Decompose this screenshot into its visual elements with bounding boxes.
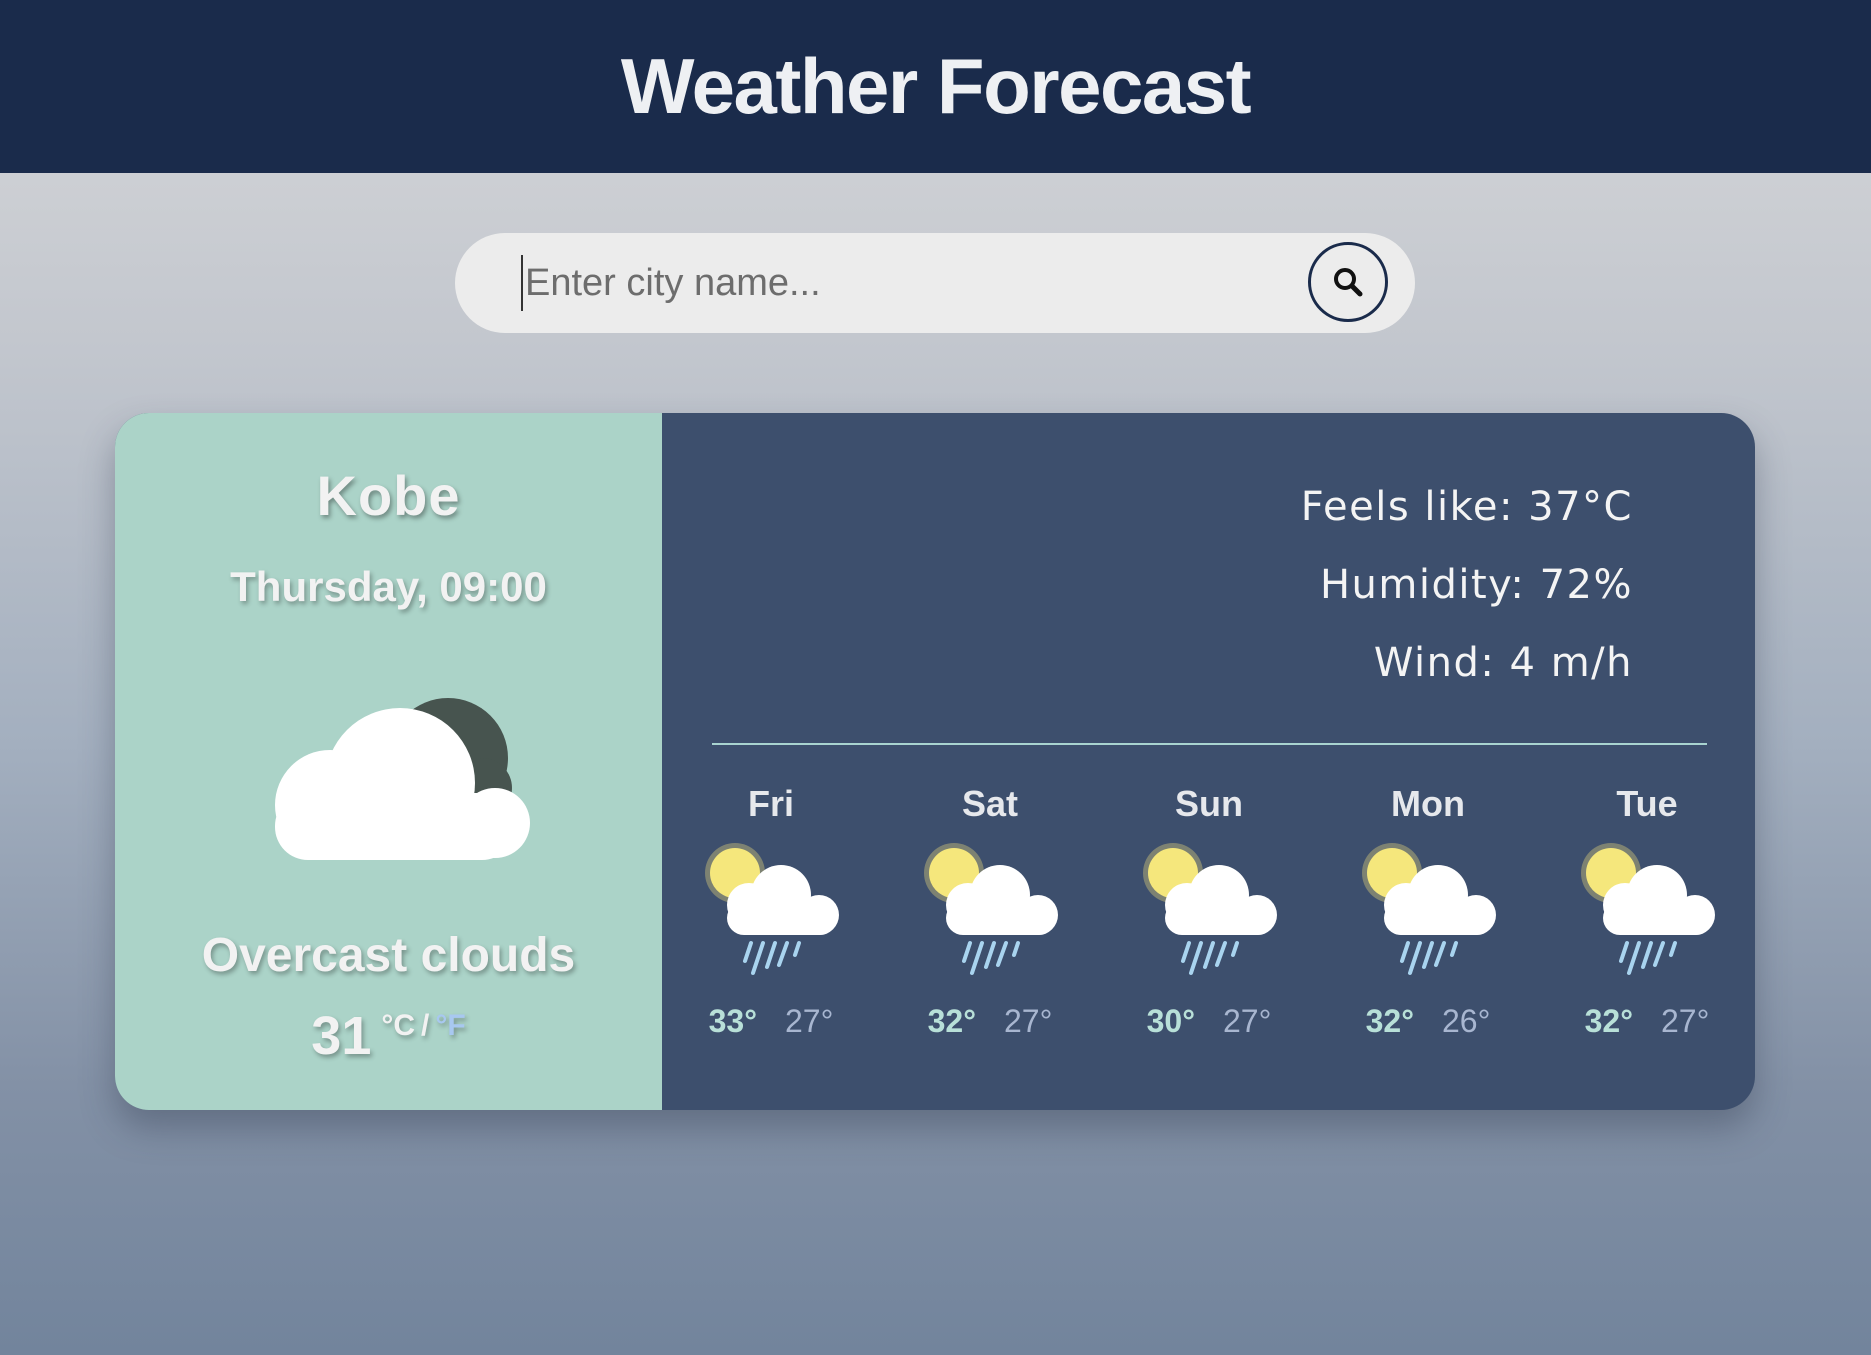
humidity: Humidity: 72%	[1319, 562, 1633, 608]
weather-description: Overcast clouds	[201, 929, 576, 982]
forecast-max-temp: 32°	[1584, 1003, 1633, 1039]
celsius-toggle[interactable]: °C	[381, 1009, 415, 1043]
page-title: Weather Forecast	[620, 42, 1252, 130]
sun-cloud-rain-icon	[1579, 841, 1717, 975]
forecast-min-temp: 27°	[1661, 1003, 1710, 1039]
divider	[712, 743, 1707, 745]
search-button[interactable]	[1308, 242, 1388, 322]
forecast-day-name: Sat	[961, 783, 1019, 824]
sun-cloud-rain-icon	[922, 841, 1060, 975]
forecast-day-name: Tue	[1616, 783, 1678, 824]
wind: Wind: 4 m/h	[1373, 640, 1633, 686]
overcast-clouds-icon	[275, 698, 530, 860]
search-icon	[1334, 268, 1363, 297]
forecast-min-temp: 27°	[1223, 1003, 1272, 1039]
forecast-min-temp: 27°	[785, 1003, 834, 1039]
current-datetime: Thursday, 09:00	[230, 563, 547, 610]
forecast-max-temp: 32°	[1365, 1003, 1414, 1039]
search-bar	[455, 233, 1415, 333]
forecast-max-temp: 32°	[927, 1003, 976, 1039]
forecast-day-name: Mon	[1391, 783, 1465, 824]
weather-card: Kobe Thursday, 09:00 Overcast clouds 31 …	[115, 413, 1755, 1110]
sun-cloud-rain-icon	[1360, 841, 1498, 975]
weather-stats: Feels like: 37°C Humidity: 72% Wind: 4 m…	[1301, 468, 1633, 702]
sun-cloud-rain-icon	[703, 841, 841, 975]
forecast-day: Fri 33° 27°	[681, 783, 861, 1040]
unit-separator: /	[421, 1009, 430, 1042]
app-header: Weather Forecast	[0, 0, 1871, 173]
forecast-max-temp: 33°	[708, 1003, 757, 1039]
forecast-day: Mon 32° 26°	[1338, 783, 1518, 1040]
feels-like: Feels like: 37°C	[1300, 484, 1633, 530]
temperature-value: 31	[311, 1006, 372, 1066]
forecast-day: Sat 32° 27°	[900, 783, 1080, 1040]
forecast-day: Sun 30° 27°	[1119, 783, 1299, 1040]
search-input[interactable]	[521, 255, 1301, 311]
sun-cloud-rain-icon	[1141, 841, 1279, 975]
forecast-day: Tue 32° 27°	[1557, 783, 1737, 1040]
current-weather-panel: Kobe Thursday, 09:00 Overcast clouds 31 …	[115, 413, 662, 1110]
forecast-max-temp: 30°	[1146, 1003, 1195, 1039]
forecast-min-temp: 26°	[1442, 1003, 1491, 1039]
forecast-day-name: Sun	[1175, 783, 1243, 824]
current-temperature: 31 °C / °F	[115, 1005, 662, 1067]
forecast-min-temp: 27°	[1004, 1003, 1053, 1039]
fahrenheit-toggle[interactable]: °F	[435, 1009, 465, 1043]
forecast-day-name: Fri	[747, 783, 794, 824]
city-name: Kobe	[316, 464, 461, 527]
